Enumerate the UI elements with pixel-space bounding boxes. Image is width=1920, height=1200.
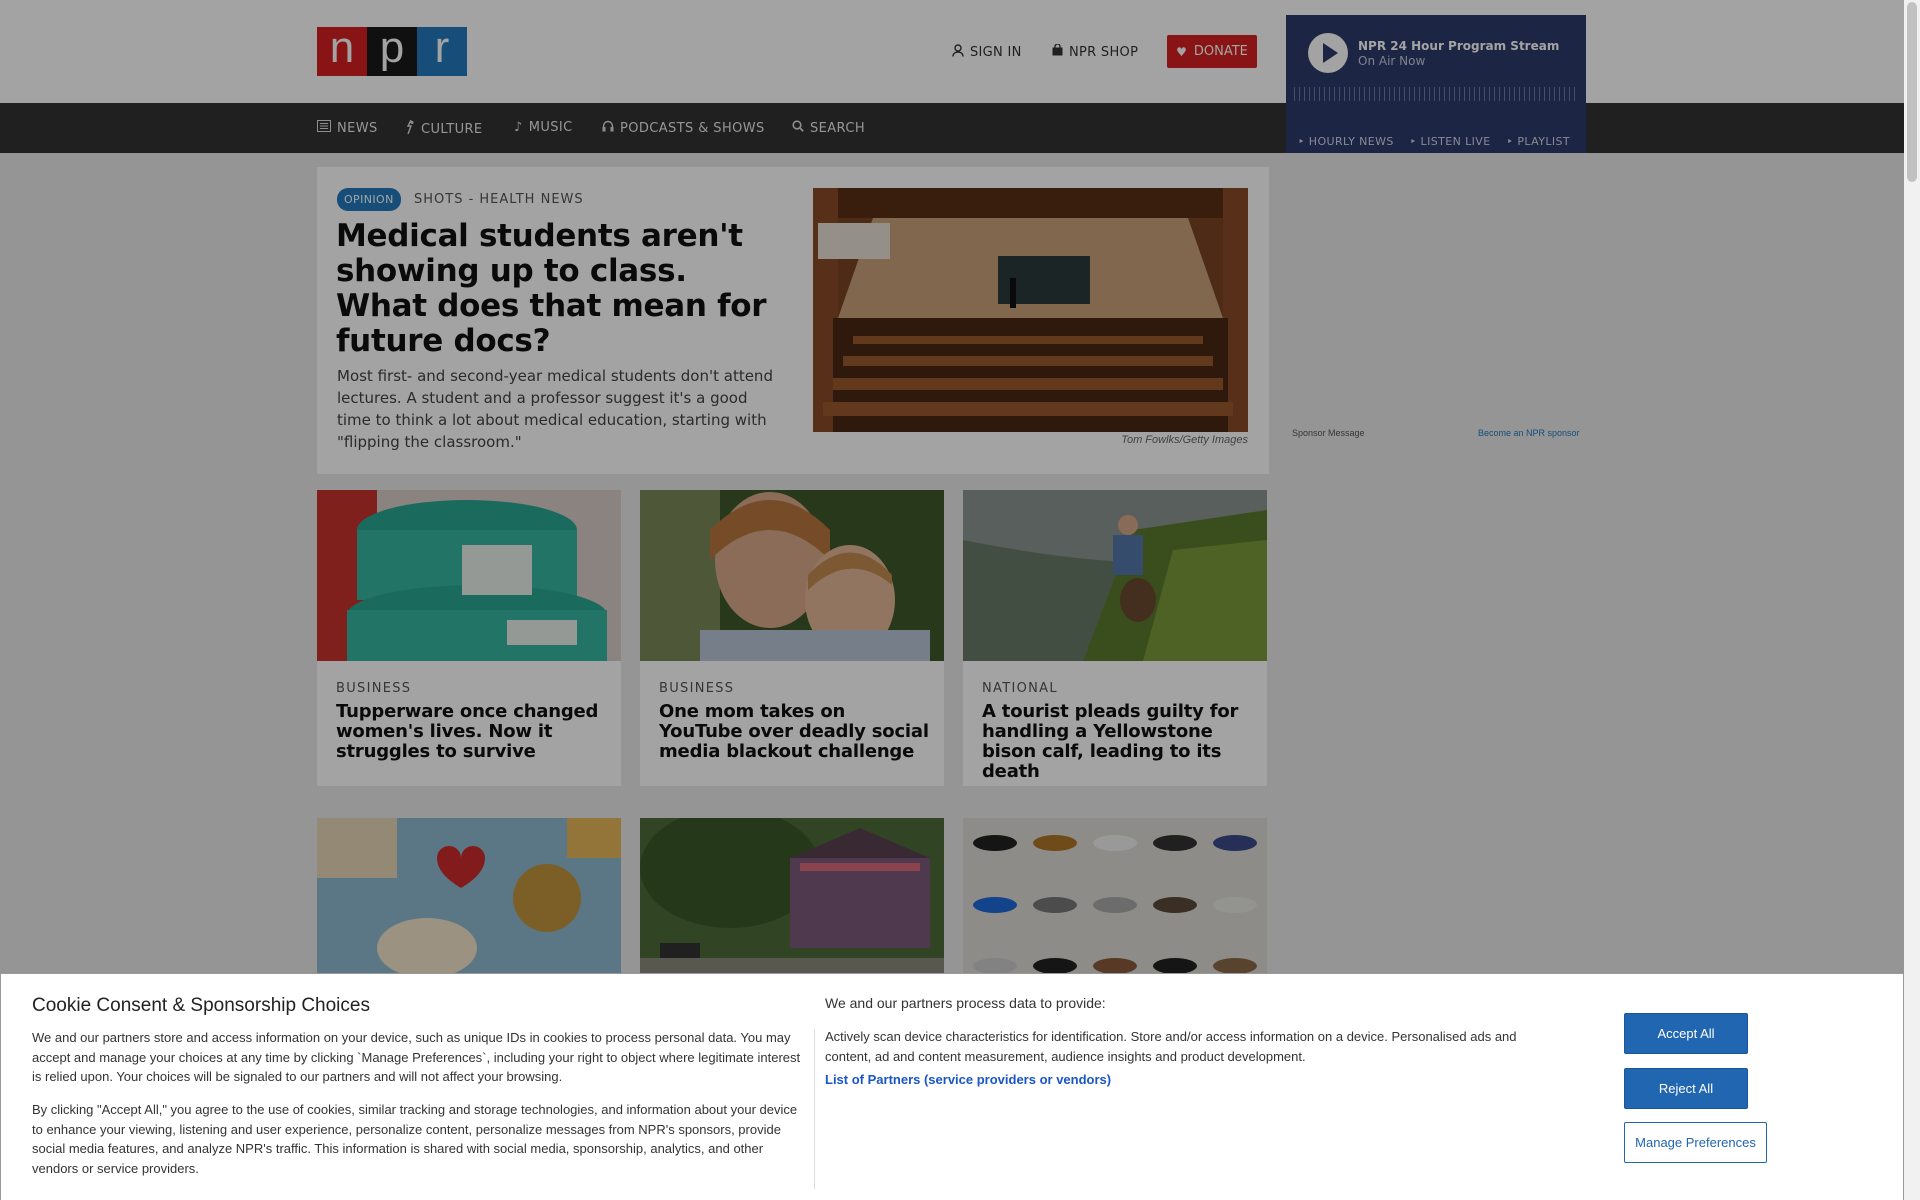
donate-button[interactable]: ♥ DONATE <box>1167 35 1257 68</box>
live-player: NPR 24 Hour Program Stream On Air Now HO… <box>1286 15 1586 153</box>
card-slug[interactable]: BUSINESS <box>336 681 411 696</box>
music-note-icon: ♪ <box>514 120 523 135</box>
nav-item-culture[interactable]: CULTURE <box>405 119 483 138</box>
player-title: NPR 24 Hour Program Stream <box>1358 39 1560 53</box>
tupperware-image <box>317 490 621 661</box>
lecture-hall-image[interactable] <box>813 188 1248 432</box>
play-icon <box>1322 43 1338 63</box>
story-card[interactable] <box>963 818 1267 989</box>
become-sponsor-link[interactable]: Become an NPR sponsor <box>1478 428 1580 438</box>
sneakers-grid-image <box>963 818 1267 989</box>
accept-all-button[interactable]: Accept All <box>1624 1013 1748 1054</box>
bison-river-image <box>963 490 1267 661</box>
search-icon <box>792 120 804 136</box>
reject-all-button[interactable]: Reject All <box>1624 1068 1748 1109</box>
logo-letter-p: p <box>367 25 417 76</box>
featured-headline[interactable]: Medical students aren't showing up to cl… <box>336 219 776 359</box>
heart-icon: ♥ <box>1176 44 1187 59</box>
headphones-icon <box>602 120 614 136</box>
logo-letter-n: n <box>317 25 367 76</box>
story-card[interactable]: BUSINESS Tupperware once changed women's… <box>317 490 621 786</box>
npr-shop-link[interactable]: NPR SHOP <box>1052 43 1139 60</box>
cookie-paragraph-2: By clicking "Accept All," you agree to t… <box>32 1102 798 1176</box>
page-scrollbar[interactable] <box>1904 0 1920 1200</box>
sign-in-label: SIGN IN <box>970 45 1022 60</box>
cookie-purposes-text: Actively scan device characteristics for… <box>825 1029 1517 1064</box>
card-title[interactable]: Tupperware once changed women's lives. N… <box>336 702 608 762</box>
opinion-badge: OPINION <box>337 188 401 211</box>
hourly-news-link[interactable]: HOURLY NEWS <box>1298 135 1394 148</box>
collage-illustration-image <box>317 818 621 989</box>
mom-and-son-image <box>640 490 944 661</box>
nav-culture-label: CULTURE <box>421 121 483 137</box>
nav-item-search[interactable]: SEARCH <box>792 120 865 136</box>
sign-in-link[interactable]: SIGN IN <box>952 44 1022 61</box>
newspaper-icon <box>317 120 331 136</box>
card-title[interactable]: One mom takes on YouTube over deadly soc… <box>659 702 931 762</box>
cookie-purposes-title: We and our partners process data to prov… <box>825 995 1106 1011</box>
cookie-paragraph-1: We and our partners store and access inf… <box>32 1030 801 1084</box>
cookie-consent-banner: Cookie Consent & Sponsorship Choices We … <box>0 973 1904 1200</box>
nav-news-label: NEWS <box>337 120 378 136</box>
partners-list-link[interactable]: List of Partners (service providers or v… <box>825 1072 1111 1087</box>
story-card[interactable]: BUSINESS One mom takes on YouTube over d… <box>640 490 944 786</box>
play-button[interactable] <box>1308 33 1348 73</box>
story-card[interactable] <box>640 818 944 989</box>
scrollbar-thumb[interactable] <box>1907 2 1917 182</box>
nav-item-podcasts[interactable]: PODCASTS & SHOWS <box>602 120 765 136</box>
donate-label: DONATE <box>1193 44 1248 59</box>
audio-waveform <box>1294 87 1578 101</box>
card-title[interactable]: A tourist pleads guilty for handling a Y… <box>982 702 1254 782</box>
npr-logo[interactable]: n p r <box>317 25 467 76</box>
user-icon <box>952 44 964 61</box>
story-card[interactable]: NATIONAL A tourist pleads guilty for han… <box>963 490 1267 786</box>
playlist-link[interactable]: PLAYLIST <box>1507 135 1570 148</box>
sponsor-message-label: Sponsor Message <box>1292 428 1365 438</box>
player-subtitle: On Air Now <box>1358 54 1426 68</box>
main-nav <box>0 103 1904 153</box>
nav-item-music[interactable]: ♪ MUSIC <box>514 120 573 135</box>
culture-icon <box>405 119 415 138</box>
cookie-title: Cookie Consent & Sponsorship Choices <box>32 995 370 1016</box>
card-slug[interactable]: BUSINESS <box>659 681 734 696</box>
npr-shop-label: NPR SHOP <box>1069 44 1139 60</box>
cookie-divider <box>814 1029 815 1189</box>
nav-podcasts-label: PODCASTS & SHOWS <box>620 120 765 136</box>
logo-letter-r: r <box>417 25 467 76</box>
featured-story: OPINION SHOTS - HEALTH NEWS Medical stud… <box>317 167 1269 474</box>
house-image <box>640 818 944 989</box>
nav-item-news[interactable]: NEWS <box>317 120 378 136</box>
player-links: HOURLY NEWS LISTEN LIVE PLAYLIST <box>1298 135 1570 148</box>
card-slug[interactable]: NATIONAL <box>982 681 1058 696</box>
listen-live-link[interactable]: LISTEN LIVE <box>1410 135 1491 148</box>
nav-search-label: SEARCH <box>810 120 865 136</box>
story-kicker[interactable]: SHOTS - HEALTH NEWS <box>414 192 584 207</box>
story-card[interactable] <box>317 818 621 989</box>
nav-music-label: MUSIC <box>528 120 573 135</box>
manage-preferences-button[interactable]: Manage Preferences <box>1624 1122 1767 1163</box>
featured-teaser[interactable]: Most first- and second-year medical stud… <box>337 365 782 453</box>
shopping-bag-icon <box>1052 43 1063 60</box>
photo-credit: Tom Fowlks/Getty Images <box>1121 434 1248 446</box>
